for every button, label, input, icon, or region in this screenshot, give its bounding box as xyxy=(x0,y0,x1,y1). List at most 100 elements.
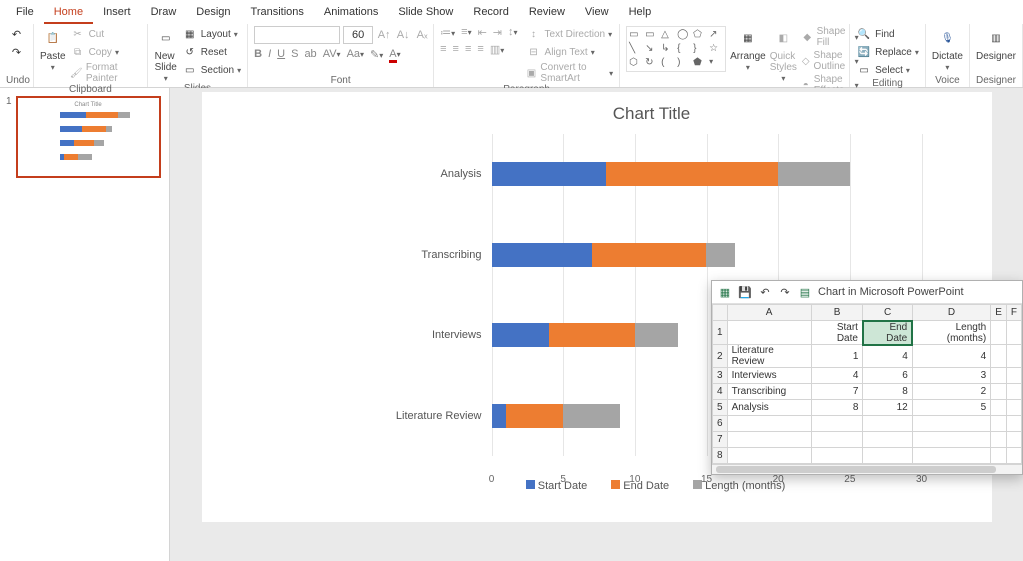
find-button[interactable]: 🔍Find xyxy=(856,26,919,42)
line-spacing-button[interactable]: ↕▾ xyxy=(508,26,518,39)
col-header[interactable] xyxy=(713,305,728,321)
cell[interactable]: Start Date xyxy=(811,321,863,345)
dictate-button[interactable]: 🎙Dictate▾ xyxy=(932,26,963,72)
save-icon[interactable]: 💾 xyxy=(738,285,752,299)
italic-button[interactable]: I xyxy=(268,48,271,61)
highlight-button[interactable]: ✎▾ xyxy=(370,48,383,61)
tab-review[interactable]: Review xyxy=(519,2,575,24)
redo-icon[interactable]: ↷ xyxy=(9,44,25,60)
cell[interactable] xyxy=(912,416,990,432)
cell[interactable] xyxy=(811,432,863,448)
paste-button[interactable]: 📋 Paste ▾ xyxy=(40,26,66,72)
bold-button[interactable]: B xyxy=(254,48,262,61)
format-painter-button[interactable]: 🖌Format Painter xyxy=(70,62,141,84)
cell[interactable] xyxy=(991,416,1007,432)
decrease-font-icon[interactable]: A↓ xyxy=(395,27,411,43)
cell[interactable] xyxy=(811,448,863,464)
shapes-gallery[interactable]: ▭▭△◯⬠↗ ╲↘↳{}☆ ⬡↻()⬟▾ xyxy=(626,26,726,72)
cell[interactable] xyxy=(912,432,990,448)
cell[interactable] xyxy=(991,448,1007,464)
cell[interactable] xyxy=(1006,384,1021,400)
data-grid[interactable]: ABCDEF1Start DateEnd DateLength (months)… xyxy=(712,304,1022,464)
increase-font-icon[interactable]: A↑ xyxy=(376,27,392,43)
cell[interactable] xyxy=(863,432,912,448)
tab-view[interactable]: View xyxy=(575,2,619,24)
cell[interactable] xyxy=(991,345,1007,368)
cell[interactable]: 6 xyxy=(713,416,728,432)
cut-button[interactable]: ✂Cut xyxy=(70,26,141,42)
indent-dec-button[interactable]: ⇤ xyxy=(478,26,487,39)
cell[interactable]: Interviews xyxy=(727,368,811,384)
cell[interactable]: 2 xyxy=(713,345,728,368)
spacing-button[interactable]: AV▾ xyxy=(323,48,341,61)
cell[interactable] xyxy=(1006,432,1021,448)
tab-transitions[interactable]: Transitions xyxy=(241,2,314,24)
cell[interactable]: 4 xyxy=(811,368,863,384)
cell[interactable] xyxy=(727,448,811,464)
cell[interactable] xyxy=(727,416,811,432)
cell[interactable]: 2 xyxy=(912,384,990,400)
strike-button[interactable]: S xyxy=(291,48,298,61)
tab-slide-show[interactable]: Slide Show xyxy=(388,2,463,24)
undo-icon[interactable]: ↶ xyxy=(9,26,25,42)
cell[interactable] xyxy=(1006,448,1021,464)
align-center-button[interactable]: ≡ xyxy=(453,43,459,56)
align-left-button[interactable]: ≡ xyxy=(440,43,446,56)
tab-draw[interactable]: Draw xyxy=(141,2,187,24)
cell[interactable]: 4 xyxy=(863,345,912,368)
reset-button[interactable]: ↺Reset xyxy=(182,44,241,60)
cell[interactable]: 12 xyxy=(863,400,912,416)
col-header[interactable]: C xyxy=(863,305,912,321)
cell[interactable]: 8 xyxy=(811,400,863,416)
tab-insert[interactable]: Insert xyxy=(93,2,141,24)
clear-format-icon[interactable]: Aₓ xyxy=(414,27,430,43)
cell[interactable]: 6 xyxy=(863,368,912,384)
cell[interactable]: 1 xyxy=(811,345,863,368)
bullets-button[interactable]: ≔▾ xyxy=(440,26,455,39)
section-button[interactable]: ▭Section▾ xyxy=(182,62,241,78)
cell[interactable]: 3 xyxy=(713,368,728,384)
slide-thumbnail[interactable]: Chart Title xyxy=(16,96,161,178)
cell[interactable]: 5 xyxy=(713,400,728,416)
cell[interactable]: 7 xyxy=(811,384,863,400)
cell[interactable] xyxy=(1006,416,1021,432)
cell[interactable] xyxy=(811,416,863,432)
select-button[interactable]: ▭Select▾ xyxy=(856,62,919,78)
cell[interactable] xyxy=(863,416,912,432)
indent-inc-button[interactable]: ⇥ xyxy=(493,26,502,39)
cell[interactable] xyxy=(727,432,811,448)
cell[interactable]: End Date xyxy=(863,321,912,345)
convert-smartart-button[interactable]: ▣Convert to SmartArt▾ xyxy=(526,62,614,84)
arrange-button[interactable]: ▦Arrange▾ xyxy=(730,26,766,72)
copy-button[interactable]: ⧉Copy▾ xyxy=(70,44,141,60)
cell[interactable]: 4 xyxy=(912,345,990,368)
new-slide-button[interactable]: ▭ New Slide ▾ xyxy=(154,26,178,83)
justify-button[interactable]: ≡ xyxy=(477,43,483,56)
align-text-button[interactable]: ⊟Align Text▾ xyxy=(526,44,614,60)
replace-button[interactable]: 🔄Replace▾ xyxy=(856,44,919,60)
horizontal-scrollbar[interactable] xyxy=(712,464,1022,474)
quick-styles-button[interactable]: ◧Quick Styles▾ xyxy=(770,26,797,83)
numbering-button[interactable]: ≡▾ xyxy=(461,26,471,39)
cell[interactable]: 8 xyxy=(863,384,912,400)
redo-icon[interactable]: ↷ xyxy=(778,285,792,299)
align-right-button[interactable]: ≡ xyxy=(465,43,471,56)
tab-design[interactable]: Design xyxy=(186,2,240,24)
font-size-select[interactable]: 60 xyxy=(343,26,373,44)
col-header[interactable]: D xyxy=(912,305,990,321)
cell[interactable]: Literature Review xyxy=(727,345,811,368)
tab-file[interactable]: File xyxy=(6,2,44,24)
case-button[interactable]: Aa▾ xyxy=(347,48,364,61)
col-header[interactable]: E xyxy=(991,305,1007,321)
shadow-button[interactable]: ab xyxy=(304,48,316,61)
cell[interactable]: 1 xyxy=(713,321,728,345)
designer-button[interactable]: ▥Designer xyxy=(976,26,1016,62)
cell[interactable]: Analysis xyxy=(727,400,811,416)
cell[interactable]: Length (months) xyxy=(912,321,990,345)
columns-button[interactable]: ▥▾ xyxy=(490,43,504,56)
col-header[interactable]: A xyxy=(727,305,811,321)
cell[interactable] xyxy=(1006,400,1021,416)
cell[interactable]: 7 xyxy=(713,432,728,448)
cell[interactable] xyxy=(1006,321,1021,345)
cell[interactable]: 5 xyxy=(912,400,990,416)
